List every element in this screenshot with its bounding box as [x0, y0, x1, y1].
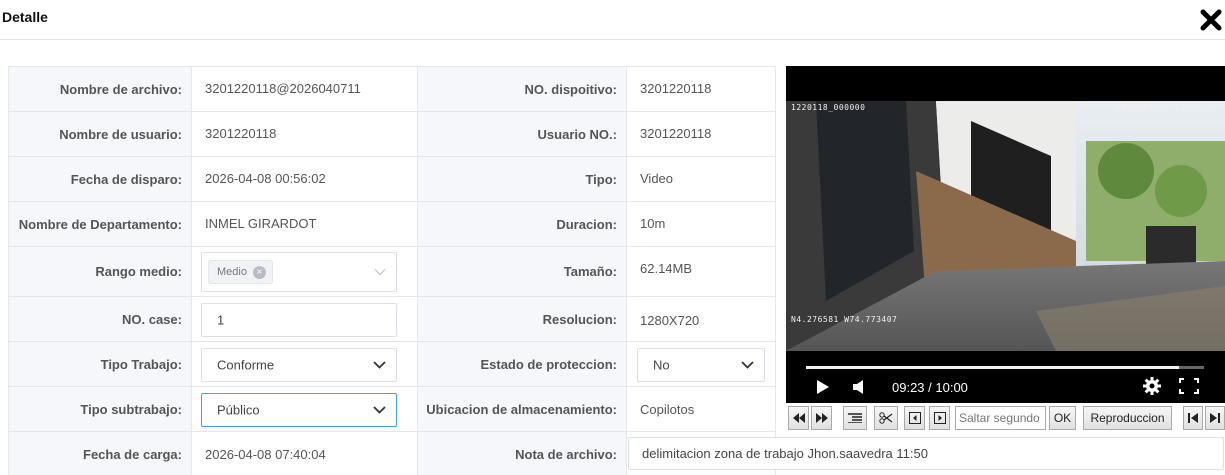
label-duracion: Duracion:	[418, 202, 627, 246]
gear-icon[interactable]	[1143, 377, 1161, 395]
skip-start-icon	[1188, 413, 1198, 423]
value-resolucion: 1280X720	[640, 313, 700, 328]
table-row: Nombre de Departamento: INMEL GIRARDOT D…	[9, 202, 775, 247]
value-usuario-no: 3201220118	[640, 126, 712, 141]
value-ubicacion: Copilotos	[640, 402, 695, 417]
fullscreen-icon[interactable]	[1179, 378, 1199, 394]
cell-estado-proteccion: No	[627, 342, 775, 386]
playback-toolbar: Saltar segundo OK Reproduccion	[786, 406, 1225, 430]
chevron-down-icon	[373, 361, 386, 369]
next-frame-icon	[933, 412, 946, 424]
table-row: Fecha de disparo: 2026-04-08 00:56:02 Ti…	[9, 157, 775, 202]
table-row: Tipo subtrabajo: Público Ubicacion de al…	[9, 387, 775, 432]
label-no-case: NO. case:	[9, 297, 192, 341]
clip-button[interactable]	[874, 406, 898, 430]
video-player[interactable]: 1220118_000000 2026-04-07 11:50:25 N4.27…	[786, 66, 1225, 403]
scissors-icon	[879, 412, 893, 424]
label-estado-proteccion: Estado de proteccion:	[418, 342, 627, 386]
last-button[interactable]	[1205, 406, 1225, 430]
label-tipo-subtrabajo: Tipo subtrabajo:	[9, 387, 192, 431]
seek-seconds-input[interactable]: Saltar segundo	[955, 406, 1046, 430]
cell-no-case: 1	[192, 297, 418, 341]
value-tipo: Video	[640, 171, 674, 186]
estado-proteccion-select[interactable]: No	[637, 348, 765, 382]
label-ubicacion: Ubicacion de almacenamiento:	[418, 387, 627, 431]
cell-rango-medio: Medio ×	[192, 247, 418, 296]
table-row: Tipo Trabajo: Conforme Estado de protecc…	[9, 342, 775, 387]
value-nombre-usuario: 3201220118	[192, 112, 418, 156]
label-fecha-carga: Fecha de carga:	[9, 432, 192, 475]
label-nombre-usuario: Nombre de usuario:	[9, 112, 192, 156]
label-rango-medio: Rango medio:	[9, 247, 192, 296]
fast-forward-icon	[815, 413, 828, 423]
value-departamento: INMEL GIRARDOT	[192, 202, 418, 246]
tipo-trabajo-select[interactable]: Conforme	[201, 348, 397, 382]
rewind-button[interactable]	[788, 406, 809, 430]
chevron-down-icon	[741, 361, 754, 369]
dialog-header: Detalle	[0, 0, 1225, 40]
label-tipo-trabajo: Tipo Trabajo:	[9, 342, 192, 386]
playback-time: 09:23 / 10:00	[892, 380, 968, 395]
list-button[interactable]	[843, 406, 867, 430]
detail-table: Nombre de archivo: 3201220118@2026040711…	[8, 66, 776, 475]
osd-coordinates: N4.276581 W74.773407	[791, 315, 898, 324]
skip-end-icon	[1210, 413, 1220, 423]
prev-frame-button[interactable]	[904, 406, 925, 430]
no-case-input[interactable]: 1	[201, 303, 397, 337]
table-row: Nombre de usuario: 3201220118 Usuario NO…	[9, 112, 775, 157]
value-tamano: 62.14MB	[640, 261, 693, 276]
medio-tag: Medio ×	[208, 260, 273, 284]
no-case-value: 1	[217, 312, 225, 328]
table-row: Nombre de archivo: 3201220118@2026040711…	[9, 67, 775, 112]
ok-button[interactable]: OK	[1049, 406, 1076, 430]
first-button[interactable]	[1183, 406, 1203, 430]
value-nombre-archivo: 3201220118@2026040711	[192, 67, 418, 111]
chevron-down-icon	[374, 269, 386, 276]
value-duracion: 10m	[640, 216, 666, 231]
table-row: NO. case: 1 Resolucion: 1280X720	[9, 297, 775, 342]
rewind-icon	[792, 413, 805, 423]
dialog-title: Detalle	[2, 9, 48, 25]
medio-tag-label: Medio	[217, 266, 247, 278]
estado-proteccion-value: No	[653, 357, 670, 373]
volume-icon[interactable]	[852, 379, 866, 395]
tipo-subtrabajo-select[interactable]: Público	[201, 393, 397, 427]
rango-medio-select[interactable]: Medio ×	[201, 252, 397, 292]
label-tamano: Tamaño:	[418, 247, 627, 296]
value-fecha-carga: 2026-04-08 07:40:04	[192, 432, 418, 475]
video-frame	[786, 101, 1225, 351]
label-nombre-archivo: Nombre de archivo:	[9, 67, 192, 111]
tag-remove-icon[interactable]: ×	[252, 265, 266, 279]
label-no-dispositivo: NO. dispoitivo:	[418, 67, 627, 111]
label-usuario-no: Usuario NO.:	[418, 112, 627, 156]
value-no-dispositivo: 3201220118	[640, 81, 712, 96]
prev-frame-icon	[908, 412, 921, 424]
reproduccion-button[interactable]: Reproduccion	[1083, 406, 1172, 430]
osd-device-id: 1220118_000000	[791, 103, 866, 112]
fast-forward-button[interactable]	[811, 406, 832, 430]
nota-archivo-input[interactable]: delimitacion zona de trabajo Jhon.saaved…	[628, 437, 1224, 470]
value-fecha-disparo: 2026-04-08 00:56:02	[192, 157, 418, 201]
label-departamento: Nombre de Departamento:	[9, 202, 192, 246]
label-fecha-disparo: Fecha de disparo:	[9, 157, 192, 201]
osd-timestamp: 2026-04-07 11:50:25	[1115, 103, 1217, 112]
cell-tipo-trabajo: Conforme	[192, 342, 418, 386]
label-resolucion: Resolucion:	[418, 297, 627, 341]
next-frame-button[interactable]	[929, 406, 950, 430]
label-tipo: Tipo:	[418, 157, 627, 201]
chevron-down-icon	[373, 406, 386, 414]
label-nota-archivo: Nota de archivo:	[418, 432, 627, 475]
progress-fill	[806, 366, 1180, 369]
progress-bar[interactable]	[806, 366, 1204, 369]
close-icon[interactable]	[1199, 8, 1223, 32]
tipo-trabajo-value: Conforme	[217, 357, 275, 373]
list-icon	[848, 413, 862, 423]
cell-tipo-subtrabajo: Público	[192, 387, 418, 431]
tipo-subtrabajo-value: Público	[217, 402, 260, 418]
play-icon[interactable]	[816, 379, 830, 395]
table-row: Rango medio: Medio × Tamaño: 62.14MB	[9, 247, 775, 297]
